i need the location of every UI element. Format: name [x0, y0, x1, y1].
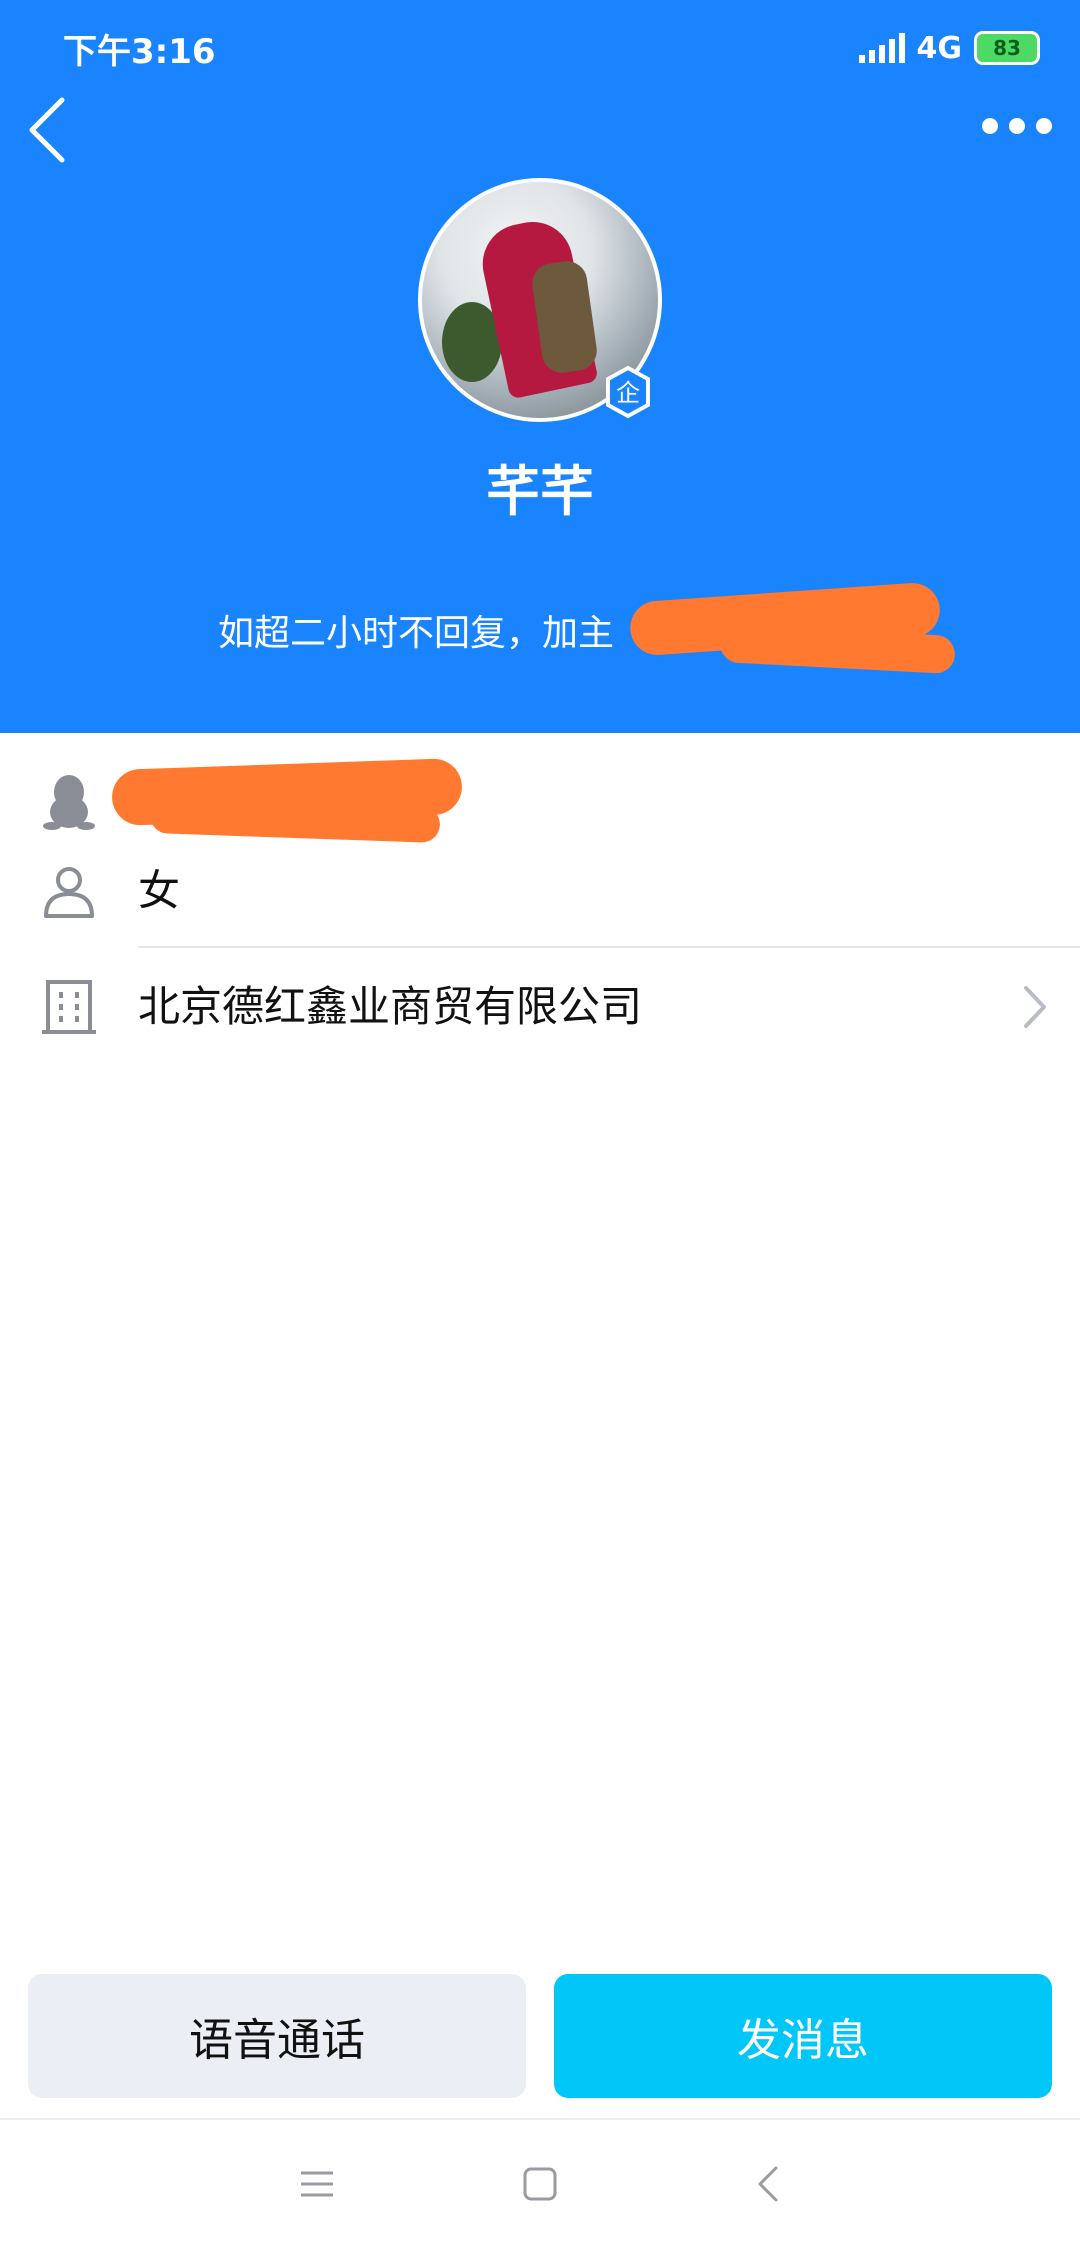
chevron-left-icon	[29, 97, 65, 163]
voice-call-button[interactable]: 语音通话	[28, 1974, 526, 2098]
chevron-right-icon	[1024, 986, 1046, 1028]
system-nav-bar	[0, 2120, 1080, 2248]
back-button[interactable]	[20, 90, 80, 170]
gender-value: 女	[138, 866, 181, 915]
home-icon[interactable]	[520, 2164, 560, 2204]
more-button[interactable]	[982, 108, 1052, 144]
company-row[interactable]: 北京德红鑫业商贸有限公司	[0, 948, 1080, 1066]
battery-level: 83	[993, 36, 1021, 60]
more-dot-icon	[1009, 118, 1025, 134]
battery-icon: 83	[974, 31, 1040, 65]
company-name: 北京德红鑫业商贸有限公司	[138, 982, 643, 1031]
profile-name: 芊芊	[486, 460, 594, 523]
penguin-icon	[43, 775, 95, 830]
person-icon	[44, 867, 94, 918]
menu-icon[interactable]	[297, 2164, 337, 2204]
more-dot-icon	[982, 118, 998, 134]
network-type: 4G	[916, 30, 963, 66]
more-dot-icon	[1036, 118, 1052, 134]
send-message-button[interactable]: 发消息	[554, 1974, 1052, 2098]
profile-header: 下午3:16 4G 83 企 芊芊 如超二小时不回复，加主	[0, 0, 1080, 733]
gender-row: 女	[0, 832, 1080, 950]
status-icons: 4G 83	[858, 28, 1040, 68]
building-icon	[42, 980, 96, 1034]
profile-signature: 如超二小时不回复，加主	[218, 613, 615, 654]
enterprise-badge-label: 企	[616, 379, 640, 407]
enterprise-badge-icon: 企	[606, 366, 650, 418]
signal-icon	[858, 33, 905, 63]
status-time: 下午3:16	[63, 32, 216, 72]
nav-back-icon[interactable]	[748, 2164, 788, 2204]
avatar[interactable]: 企	[418, 178, 662, 422]
